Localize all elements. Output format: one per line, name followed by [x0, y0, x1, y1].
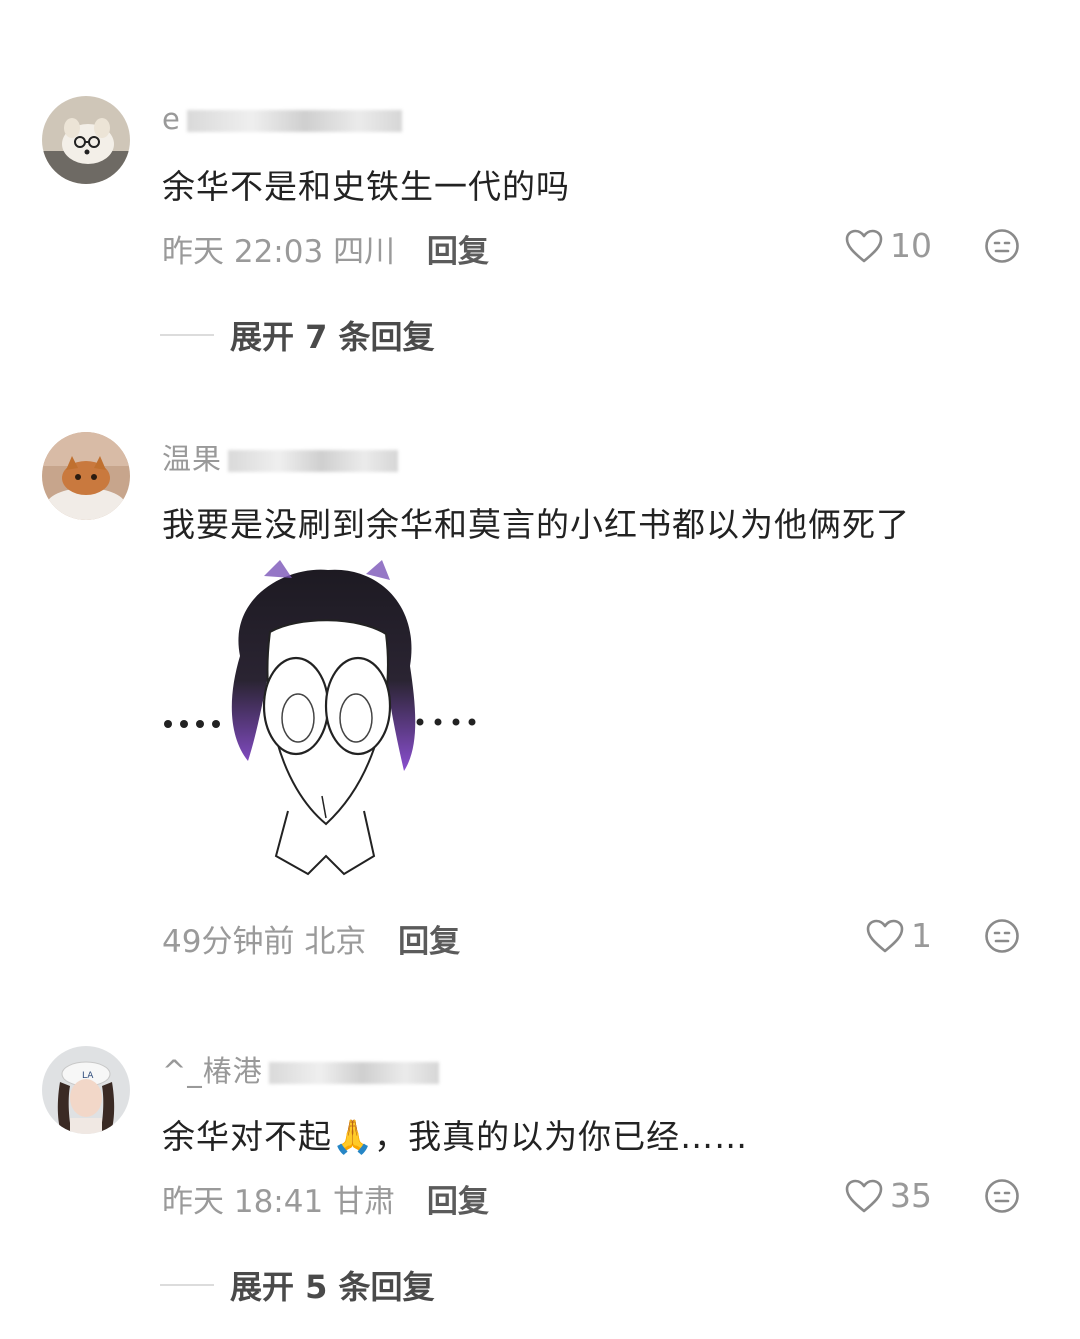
like-button[interactable]: 35 [844, 1176, 932, 1215]
reply-button[interactable]: 回复 [427, 1184, 489, 1220]
like-count: 35 [890, 1176, 932, 1215]
redacted-username [268, 1062, 439, 1084]
username[interactable]: ^_椿港 [162, 1048, 439, 1090]
praying-hands-emoji: 🙏 [332, 1117, 375, 1156]
comment-text-part: ，我真的以为你已经…… [374, 1117, 749, 1156]
neutral-face-icon[interactable] [984, 1178, 1020, 1214]
expand-label: 展开 5 条回复 [230, 1268, 435, 1306]
comment-meta: 昨天 18:41 甘肃 回复 [162, 1176, 489, 1221]
divider [160, 1284, 214, 1286]
comment-text: 余华对不起🙏，我真的以为你已经…… [162, 1110, 748, 1158]
heart-outline-icon [845, 1179, 883, 1212]
avatar[interactable]: LA [42, 1046, 130, 1134]
timestamp: 昨天 18:41 [162, 1184, 324, 1220]
comment-item: LA ^_椿港 余华对不起🙏，我真的以为你已经…… 昨天 18:41 甘肃 回复… [0, 0, 1080, 1339]
expand-replies-button[interactable]: 展开 5 条回复 [160, 1262, 435, 1308]
location: 甘肃 [333, 1184, 396, 1220]
woman-avatar-image: LA [42, 1046, 130, 1134]
comment-text-part: 余华对不起 [162, 1117, 332, 1156]
